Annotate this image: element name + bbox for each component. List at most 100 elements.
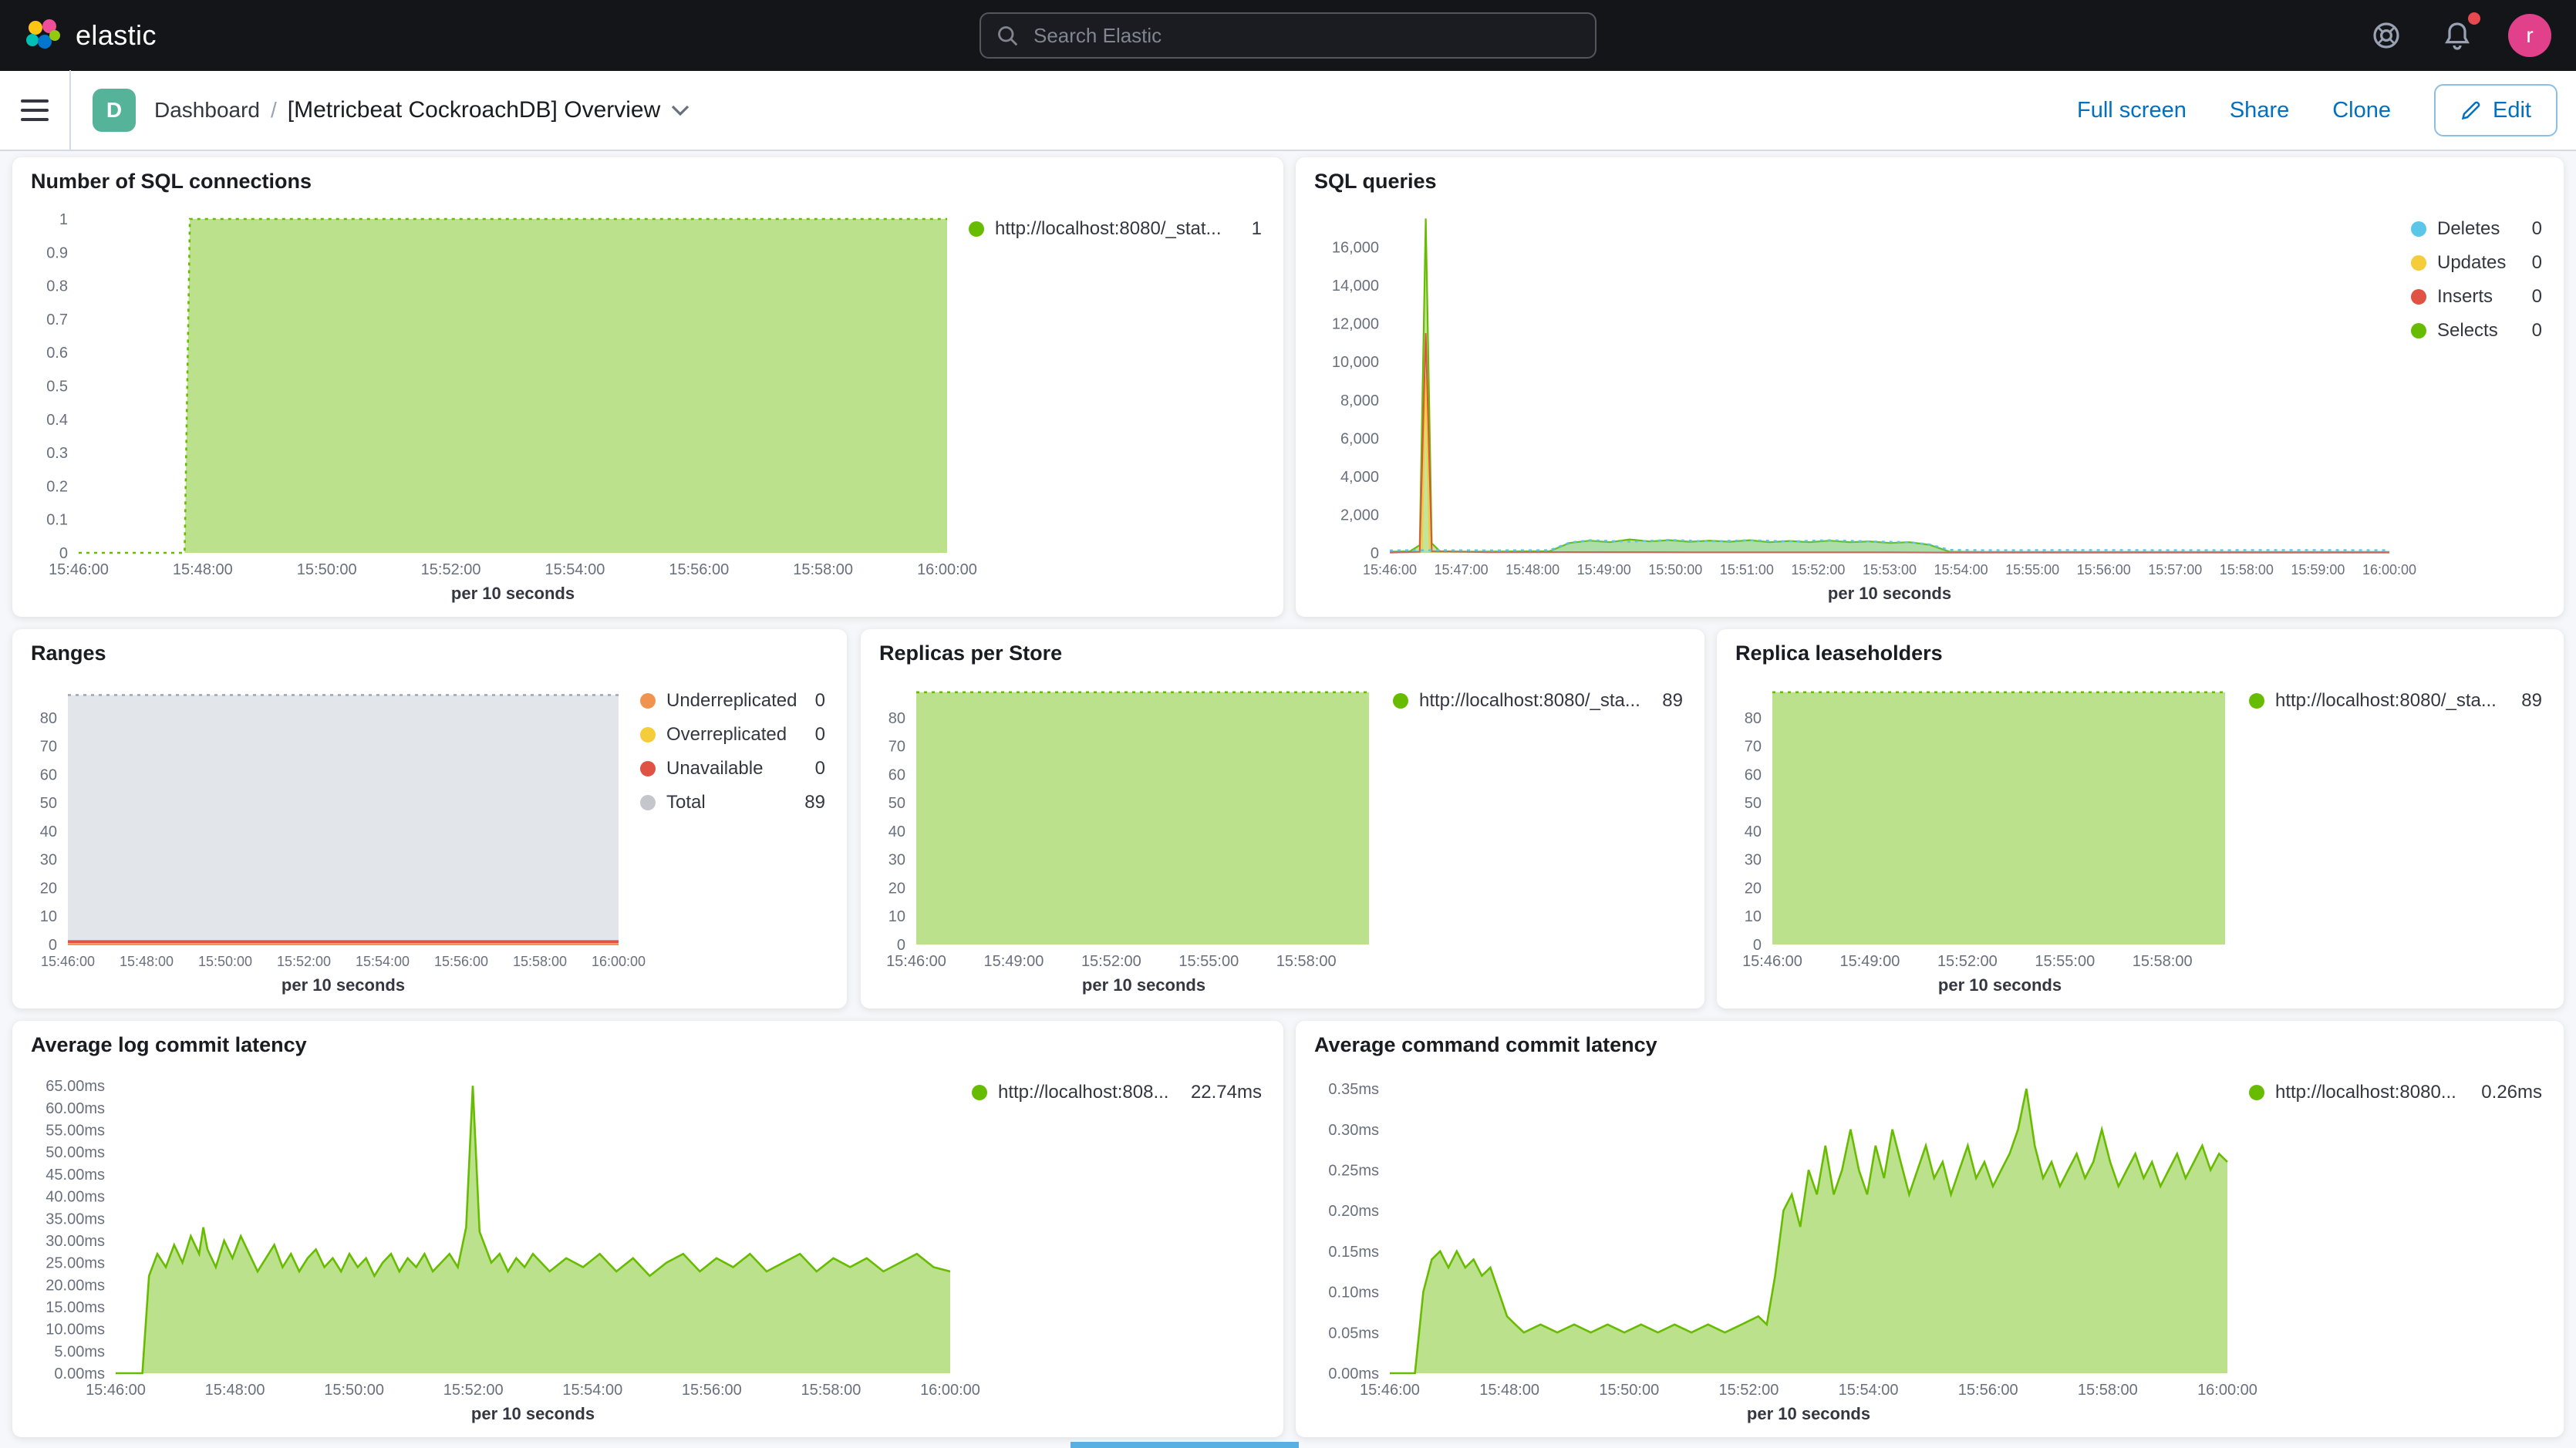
svg-text:0.30ms: 0.30ms xyxy=(1328,1122,1379,1139)
svg-text:15:52:00: 15:52:00 xyxy=(1937,953,1998,970)
sql-queries-chart[interactable]: 16,00014,00012,00010,0008,0006,0004,0002… xyxy=(1314,197,2399,604)
svg-text:15:48:00: 15:48:00 xyxy=(205,1382,265,1399)
command-commit-latency-chart[interactable]: 0.35ms0.30ms0.25ms0.20ms0.15ms0.10ms0.05… xyxy=(1314,1060,2237,1425)
legend-value: 0 xyxy=(2532,320,2542,342)
svg-text:0.3: 0.3 xyxy=(46,445,68,462)
clone-button[interactable]: Clone xyxy=(2332,98,2391,123)
svg-text:60: 60 xyxy=(40,766,57,783)
svg-text:0.20ms: 0.20ms xyxy=(1328,1203,1379,1220)
svg-text:0.15ms: 0.15ms xyxy=(1328,1244,1379,1261)
legend-value: 89 xyxy=(2521,690,2542,712)
svg-text:0.8: 0.8 xyxy=(46,278,68,295)
panel-title[interactable]: Replica leaseholders xyxy=(1735,641,2545,665)
legend-label: Total xyxy=(666,792,794,813)
chart-legend: http://localhost:8080/_sta...89 xyxy=(1381,668,1686,996)
share-button[interactable]: Share xyxy=(2230,98,2289,123)
svg-text:20: 20 xyxy=(1745,880,1762,897)
help-icon[interactable] xyxy=(2366,15,2406,56)
svg-text:15:58:00: 15:58:00 xyxy=(513,954,567,969)
legend-value: 89 xyxy=(1662,690,1683,712)
svg-text:15:54:00: 15:54:00 xyxy=(562,1382,622,1399)
svg-text:80: 80 xyxy=(1745,710,1762,727)
user-avatar[interactable]: r xyxy=(2508,14,2551,57)
svg-text:per 10 seconds: per 10 seconds xyxy=(471,1404,595,1423)
svg-text:0.7: 0.7 xyxy=(46,311,68,328)
legend-item[interactable]: http://localhost:8080...0.26ms xyxy=(2249,1082,2542,1103)
legend-color-dot xyxy=(2411,289,2426,305)
panel-title[interactable]: Average command commit latency xyxy=(1314,1033,2545,1057)
sql-connections-chart[interactable]: 10.90.80.70.60.50.40.30.20.1015:46:0015:… xyxy=(31,197,956,604)
panel-title[interactable]: Replicas per Store xyxy=(879,641,1686,665)
legend-item[interactable]: Selects0 xyxy=(2411,320,2542,342)
replica-leaseholders-chart[interactable]: 8070605040302010015:46:0015:49:0015:52:0… xyxy=(1735,668,2237,996)
legend-value: 0 xyxy=(815,724,825,746)
svg-text:15:58:00: 15:58:00 xyxy=(793,561,853,578)
svg-text:per 10 seconds: per 10 seconds xyxy=(282,975,405,995)
legend-item[interactable]: http://localhost:808...22.74ms xyxy=(972,1082,1262,1103)
panel-average-command-commit-latency: Average command commit latency 0.35ms0.3… xyxy=(1296,1021,2564,1437)
search-input[interactable] xyxy=(1030,22,1580,49)
ranges-chart[interactable]: 8070605040302010015:46:0015:48:0015:50:0… xyxy=(31,668,628,996)
svg-text:15:48:00: 15:48:00 xyxy=(1505,562,1559,578)
legend-color-dot xyxy=(640,761,656,776)
legend-item[interactable]: http://localhost:8080/_sta...89 xyxy=(1393,690,1683,712)
svg-text:20: 20 xyxy=(888,880,905,897)
svg-text:0.00ms: 0.00ms xyxy=(54,1365,105,1382)
breadcrumb-dashboard[interactable]: Dashboard xyxy=(154,98,260,123)
legend-item[interactable]: Updates0 xyxy=(2411,252,2542,274)
log-commit-latency-chart[interactable]: 65.00ms60.00ms55.00ms50.00ms45.00ms40.00… xyxy=(31,1060,959,1425)
svg-text:15:46:00: 15:46:00 xyxy=(1360,1382,1420,1399)
legend-item[interactable]: Total89 xyxy=(640,792,825,813)
panel-title[interactable]: Ranges xyxy=(31,641,828,665)
edit-button[interactable]: Edit xyxy=(2434,84,2557,136)
legend-color-dot xyxy=(640,693,656,709)
legend-item[interactable]: Underreplicated0 xyxy=(640,690,825,712)
svg-text:70: 70 xyxy=(888,739,905,756)
main-menu-button[interactable] xyxy=(0,70,71,150)
elastic-logo[interactable]: elastic xyxy=(25,17,157,54)
legend-item[interactable]: http://localhost:8080/_sta...89 xyxy=(2249,690,2542,712)
svg-text:15:52:00: 15:52:00 xyxy=(1081,953,1141,970)
panel-ranges: Ranges 8070605040302010015:46:0015:48:00… xyxy=(12,629,847,1009)
svg-text:15:48:00: 15:48:00 xyxy=(120,954,174,969)
svg-text:per 10 seconds: per 10 seconds xyxy=(1082,975,1205,995)
panel-title[interactable]: Number of SQL connections xyxy=(31,170,1265,194)
svg-text:16:00:00: 16:00:00 xyxy=(592,954,646,969)
svg-text:80: 80 xyxy=(40,710,57,727)
legend-item[interactable]: Deletes0 xyxy=(2411,218,2542,240)
chart-legend: http://localhost:808...22.74ms xyxy=(959,1060,1265,1425)
svg-text:0.25ms: 0.25ms xyxy=(1328,1162,1379,1179)
search-icon xyxy=(996,25,1018,46)
svg-text:15:46:00: 15:46:00 xyxy=(86,1382,146,1399)
svg-text:15:57:00: 15:57:00 xyxy=(2148,562,2202,578)
svg-text:45.00ms: 45.00ms xyxy=(46,1167,105,1184)
full-screen-button[interactable]: Full screen xyxy=(2077,98,2187,123)
dashboard-title[interactable]: [Metricbeat CockroachDB] Overview xyxy=(288,97,690,123)
chart-legend: Deletes0 Updates0 Inserts0 Selects0 xyxy=(2399,197,2545,604)
svg-text:15:59:00: 15:59:00 xyxy=(2291,562,2345,578)
replicas-per-store-chart[interactable]: 8070605040302010015:46:0015:49:0015:52:0… xyxy=(879,668,1381,996)
legend-label: Underreplicated xyxy=(666,690,804,712)
legend-value: 0.26ms xyxy=(2481,1082,2542,1103)
space-avatar[interactable]: D xyxy=(93,89,136,132)
panel-sql-queries: SQL queries 16,00014,00012,00010,0008,00… xyxy=(1296,157,2564,617)
svg-text:15:47:00: 15:47:00 xyxy=(1435,562,1489,578)
svg-text:16:00:00: 16:00:00 xyxy=(920,1382,980,1399)
svg-text:60: 60 xyxy=(1745,766,1762,783)
legend-item[interactable]: Inserts0 xyxy=(2411,286,2542,308)
legend-item[interactable]: Overreplicated0 xyxy=(640,724,825,746)
global-search[interactable] xyxy=(979,12,1597,59)
legend-item[interactable]: http://localhost:8080/_stat...1 xyxy=(969,218,1262,240)
svg-text:15:58:00: 15:58:00 xyxy=(2220,562,2274,578)
svg-text:0: 0 xyxy=(59,545,68,562)
notifications-icon[interactable] xyxy=(2437,15,2477,56)
svg-text:per 10 seconds: per 10 seconds xyxy=(1828,584,1951,603)
legend-item[interactable]: Unavailable0 xyxy=(640,758,825,780)
svg-text:15:50:00: 15:50:00 xyxy=(324,1382,384,1399)
svg-text:0.4: 0.4 xyxy=(46,412,68,429)
svg-text:15:52:00: 15:52:00 xyxy=(1791,562,1845,578)
panel-title[interactable]: Average log commit latency xyxy=(31,1033,1265,1057)
svg-text:30: 30 xyxy=(1745,852,1762,869)
panel-title[interactable]: SQL queries xyxy=(1314,170,2545,194)
legend-label: http://localhost:8080/_stat... xyxy=(995,218,1241,240)
